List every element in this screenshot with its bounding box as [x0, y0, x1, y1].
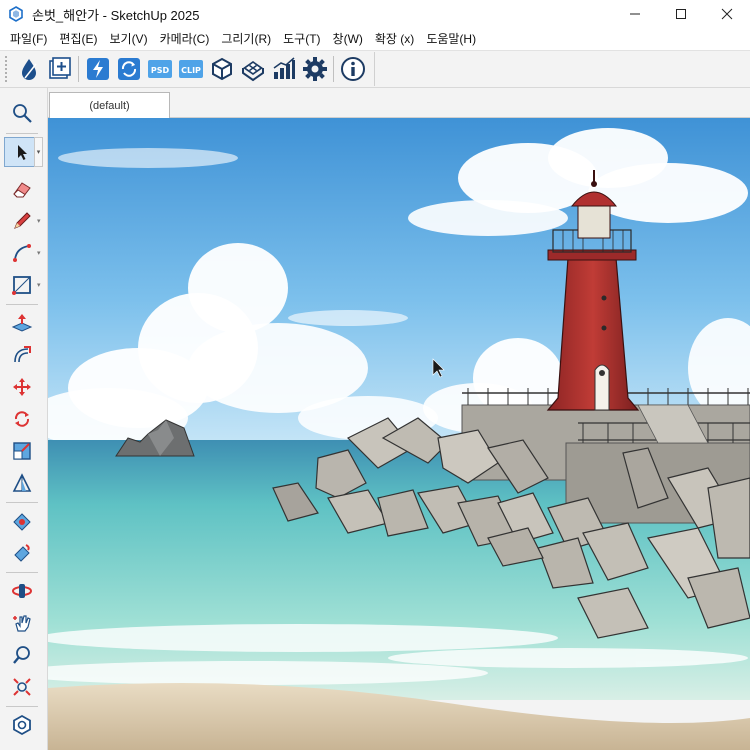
minimize-button[interactable] [612, 0, 658, 28]
component-tool-button[interactable] [4, 710, 40, 740]
menu-help[interactable]: 도움말(H) [420, 28, 482, 50]
pan-tool-button[interactable] [4, 608, 40, 638]
left-tool-palette: ▾ ▾ ▾ ▾ [0, 88, 48, 750]
arc-tool-more[interactable]: ▾ [37, 250, 45, 258]
zoom-tool-button[interactable] [4, 640, 40, 670]
add-layer-icon [48, 57, 71, 79]
menu-file[interactable]: 파일(F) [4, 28, 53, 50]
toolbar-separator [78, 56, 79, 82]
eraser-icon [13, 182, 31, 198]
menu-view[interactable]: 보기(V) [103, 28, 153, 50]
select-arrow-icon [18, 145, 27, 160]
tool-separator [6, 304, 38, 305]
zoom-extents-icon [13, 678, 31, 696]
move-icon [13, 378, 31, 396]
pencil-icon [14, 212, 31, 229]
lightning-icon [86, 58, 109, 80]
scale-tool-button[interactable] [4, 436, 40, 466]
maximize-icon [676, 9, 686, 19]
sketchup-logo-icon [9, 6, 23, 22]
add-layer-button[interactable] [44, 53, 75, 85]
move-tool-button[interactable] [4, 372, 40, 402]
pencil-tool-more[interactable]: ▾ [37, 218, 45, 226]
pan-icon [13, 615, 31, 632]
rectangle-icon [12, 276, 31, 295]
tool-separator [6, 502, 38, 503]
select-tool-dropdown[interactable]: ▾ [34, 137, 43, 167]
paint-bucket-icon [13, 513, 31, 531]
tool-separator [6, 572, 38, 573]
offset-tool-button[interactable] [4, 340, 40, 370]
ink-drop-button[interactable] [13, 53, 44, 85]
tape-measure-icon [12, 473, 32, 492]
info-icon [340, 57, 365, 81]
window-title: 손벗_해안가 - SketchUp 2025 [32, 7, 200, 23]
clip-icon: CLIP [178, 60, 203, 78]
grid-tile-icon [241, 61, 264, 82]
psd-label: PSD [150, 66, 169, 75]
refresh-icon [117, 58, 140, 80]
scene-tab-default[interactable]: (default) [49, 92, 170, 119]
toolbar-separator [333, 56, 334, 82]
paint-tool-button[interactable] [4, 538, 40, 568]
component-icon [13, 714, 31, 736]
paint-icon [14, 544, 30, 562]
menu-camera[interactable]: 카메라(C) [154, 28, 216, 50]
menu-draw[interactable]: 그리기(R) [215, 28, 277, 50]
menu-tools[interactable]: 도구(T) [277, 28, 326, 50]
pencil-tool-button[interactable] [4, 206, 40, 236]
arc-tool-button[interactable] [4, 238, 40, 268]
toolbar-grip[interactable] [5, 56, 9, 82]
maximize-button[interactable] [658, 0, 704, 28]
rotate-tool-button[interactable] [4, 404, 40, 434]
minimize-icon [630, 13, 640, 15]
close-button[interactable] [704, 0, 750, 28]
bar-chart-button[interactable] [268, 53, 299, 85]
scene-tab-strip: (default) [48, 88, 750, 119]
clip-button[interactable]: CLIP [175, 53, 206, 85]
arc-icon [13, 244, 31, 262]
main-toolbar: PSD CLIP [0, 50, 750, 88]
push-pull-icon [11, 314, 33, 332]
clip-label: CLIP [181, 66, 201, 75]
menu-bar: 파일(F) 편집(E) 보기(V) 카메라(C) 그리기(R) 도구(T) 창(… [0, 28, 750, 50]
paint-bucket-tool-button[interactable] [4, 506, 40, 536]
tool-separator [6, 133, 38, 134]
title-bar: 손벗_해안가 - SketchUp 2025 [0, 0, 750, 28]
scale-icon [13, 442, 31, 460]
model-viewport[interactable] [48, 118, 750, 750]
gear-icon [302, 57, 327, 81]
cube-button[interactable] [206, 53, 237, 85]
cube-icon [211, 57, 232, 81]
tape-measure-tool-button[interactable] [4, 468, 40, 498]
toolbar-end [374, 52, 375, 86]
menu-extensions[interactable]: 확장 (x) [369, 28, 420, 50]
search-tool-button[interactable] [4, 98, 40, 128]
menu-edit[interactable]: 편집(E) [53, 28, 103, 50]
lightning-button[interactable] [82, 53, 113, 85]
rectangle-tool-more[interactable]: ▾ [37, 282, 45, 290]
settings-button[interactable] [299, 53, 330, 85]
bar-chart-icon [273, 57, 295, 79]
grid-tile-button[interactable] [237, 53, 268, 85]
close-icon [721, 8, 733, 20]
offset-icon [14, 346, 31, 363]
search-icon [13, 104, 32, 123]
refresh-button[interactable] [113, 53, 144, 85]
eraser-tool-button[interactable] [4, 174, 40, 204]
zoom-extents-tool-button[interactable] [4, 672, 40, 702]
zoom-icon [13, 646, 30, 664]
psd-button[interactable]: PSD [144, 53, 175, 85]
orbit-icon [12, 584, 32, 598]
tool-separator [6, 706, 38, 707]
rotate-icon [14, 411, 30, 427]
push-pull-tool-button[interactable] [4, 308, 40, 338]
menu-window[interactable]: 창(W) [327, 28, 369, 50]
orbit-tool-button[interactable] [4, 576, 40, 606]
rectangle-tool-button[interactable] [4, 270, 40, 300]
psd-icon: PSD [147, 60, 172, 78]
ink-drop-icon [21, 59, 37, 80]
coastal-scene-render [48, 118, 750, 750]
info-button[interactable] [337, 53, 368, 85]
